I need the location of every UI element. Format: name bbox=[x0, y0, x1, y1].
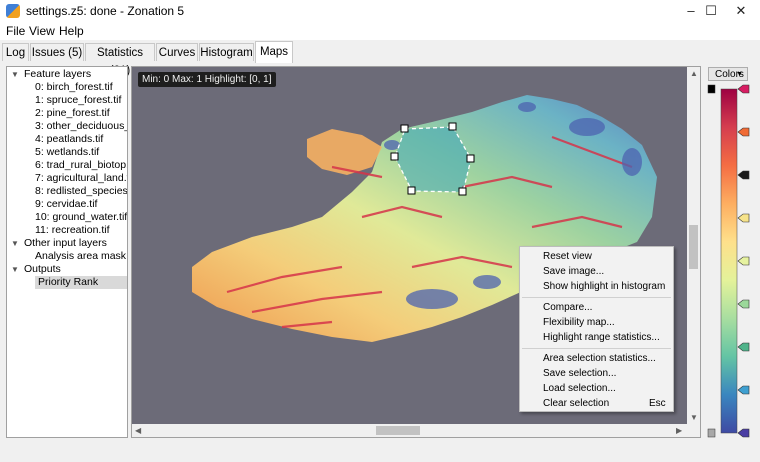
menu-item-load-selection[interactable]: Load selection... bbox=[543, 383, 616, 395]
app-icon bbox=[6, 4, 20, 18]
tree-item-priority-rank[interactable]: Priority Rank bbox=[35, 276, 127, 289]
chevron-down-icon[interactable]: ▼ bbox=[11, 237, 19, 250]
window-title: settings.z5: done - Zonation 5 bbox=[26, 4, 185, 18]
menu-item-flexibility-map[interactable]: Flexibility map... bbox=[543, 317, 615, 329]
tab-log[interactable]: Log bbox=[2, 43, 29, 61]
menu-item-reset-view[interactable]: Reset view bbox=[543, 251, 592, 263]
tree-group-label: Other input layers bbox=[24, 237, 107, 249]
legend-stop-marker[interactable] bbox=[737, 213, 750, 223]
tab-bar: Log Issues (5) Statistics (21) Curves Hi… bbox=[0, 41, 760, 77]
tree-item-feature[interactable]: 3: other_deciduous_... bbox=[35, 120, 127, 133]
colors-dropdown[interactable]: Colors ▼ bbox=[708, 67, 748, 81]
scroll-up-icon[interactable]: ▲ bbox=[690, 69, 698, 78]
status-bar bbox=[0, 442, 760, 462]
chevron-down-icon[interactable]: ▼ bbox=[11, 68, 19, 81]
legend-markers bbox=[737, 84, 750, 438]
tree-item-feature[interactable]: 7: agricultural_land.tif bbox=[35, 172, 127, 185]
shortcut-esc: Esc bbox=[649, 398, 666, 409]
map-landmass-north bbox=[307, 129, 382, 175]
tab-curves[interactable]: Curves bbox=[156, 43, 198, 61]
menu-separator bbox=[522, 348, 671, 349]
legend-stop-marker[interactable] bbox=[737, 428, 750, 438]
menu-bar: File View Help bbox=[0, 22, 760, 40]
scroll-right-icon[interactable]: ▶ bbox=[676, 426, 682, 435]
colormap-legend[interactable] bbox=[706, 82, 752, 438]
tree-item-feature[interactable]: 4: peatlands.tif bbox=[35, 133, 103, 146]
tree-item-feature[interactable]: 1: spruce_forest.tif bbox=[35, 94, 121, 107]
legend-stop-marker[interactable] bbox=[737, 127, 750, 137]
menu-help[interactable]: Help bbox=[59, 24, 84, 38]
close-button[interactable]: ✕ bbox=[718, 0, 760, 22]
tab-statistics[interactable]: Statistics (21) bbox=[85, 43, 155, 77]
tree-item-feature[interactable]: 10: ground_water.tif bbox=[35, 211, 127, 224]
scroll-corner bbox=[687, 424, 700, 437]
legend-low-marker[interactable] bbox=[707, 84, 716, 94]
map-vertical-scrollbar[interactable]: ▲ ▼ bbox=[687, 67, 700, 425]
tree-item-feature[interactable]: 11: recreation.tif bbox=[35, 224, 110, 237]
legend-panel: Colors ▼ bbox=[706, 66, 752, 438]
chevron-down-icon[interactable]: ▼ bbox=[11, 263, 19, 276]
map-context-menu: Reset view Save image... Show highlight … bbox=[519, 246, 674, 412]
legend-stop-marker[interactable] bbox=[737, 256, 750, 266]
tree-item-feature[interactable]: 5: wetlands.tif bbox=[35, 146, 99, 159]
tree-item-feature[interactable]: 8: redlisted_species.... bbox=[35, 185, 127, 198]
scrollbar-thumb[interactable] bbox=[376, 426, 420, 435]
chevron-down-icon: ▼ bbox=[736, 71, 743, 78]
layer-tree: ▼ Feature layers 0: birch_forest.tif 1: … bbox=[6, 66, 128, 438]
tree-item-feature[interactable]: 6: trad_rural_biotop... bbox=[35, 159, 127, 172]
menu-item-save-selection[interactable]: Save selection... bbox=[543, 368, 616, 380]
map-view[interactable]: Min: 0 Max: 1 Highlight: [0, 1] ▲ ▼ ◀ ▶ … bbox=[131, 66, 701, 438]
legend-high-marker[interactable] bbox=[707, 428, 716, 438]
scroll-left-icon[interactable]: ◀ bbox=[135, 426, 141, 435]
map-info-label: Min: 0 Max: 1 Highlight: [0, 1] bbox=[138, 72, 276, 87]
menu-item-save-image[interactable]: Save image... bbox=[543, 266, 604, 278]
menu-item-show-highlight-in-histogram[interactable]: Show highlight in histogram bbox=[543, 281, 665, 293]
map-horizontal-scrollbar[interactable]: ◀ ▶ bbox=[132, 424, 688, 437]
tab-histogram[interactable]: Histogram bbox=[199, 43, 254, 61]
tree-item-feature[interactable]: 0: birch_forest.tif bbox=[35, 81, 113, 94]
legend-stop-marker[interactable] bbox=[737, 170, 750, 180]
tab-maps[interactable]: Maps bbox=[255, 41, 293, 63]
menu-file[interactable]: File bbox=[6, 24, 25, 38]
menu-item-area-selection-statistics[interactable]: Area selection statistics... bbox=[543, 353, 656, 365]
legend-color-bar bbox=[720, 88, 738, 434]
tab-issues[interactable]: Issues (5) bbox=[30, 43, 84, 61]
tree-item-feature[interactable]: 2: pine_forest.tif bbox=[35, 107, 110, 120]
scrollbar-thumb[interactable] bbox=[689, 225, 698, 269]
menu-view[interactable]: View bbox=[29, 24, 55, 38]
tree-item-analysis-mask[interactable]: Analysis area mask bbox=[35, 250, 126, 263]
legend-stop-marker[interactable] bbox=[737, 84, 750, 94]
legend-stop-marker[interactable] bbox=[737, 299, 750, 309]
menu-separator bbox=[522, 297, 671, 298]
tree-item-feature[interactable]: 9: cervidae.tif bbox=[35, 198, 97, 211]
menu-item-clear-selection[interactable]: Clear selection bbox=[543, 398, 609, 410]
menu-item-highlight-range-statistics[interactable]: Highlight range statistics... bbox=[543, 332, 660, 344]
scroll-down-icon[interactable]: ▼ bbox=[690, 413, 698, 422]
menu-item-compare[interactable]: Compare... bbox=[543, 302, 592, 314]
title-bar: settings.z5: done - Zonation 5 – ☐ ✕ bbox=[0, 0, 760, 22]
tree-group-label: Outputs bbox=[24, 263, 61, 275]
legend-stop-marker[interactable] bbox=[737, 342, 750, 352]
tree-group-label: Feature layers bbox=[24, 68, 92, 80]
legend-stop-marker[interactable] bbox=[737, 385, 750, 395]
